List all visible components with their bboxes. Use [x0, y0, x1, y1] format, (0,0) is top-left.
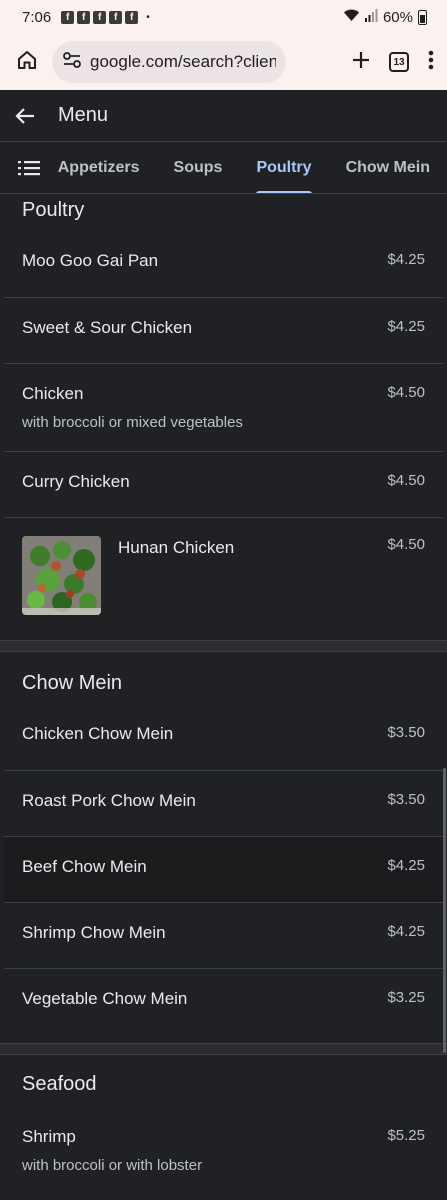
category-tabs: Appetizers Soups Poultry Chow Mein — [0, 142, 447, 194]
item-name: Roast Pork Chow Mein — [22, 791, 196, 810]
category-list-button[interactable] — [0, 142, 58, 193]
more-vert-icon — [428, 50, 434, 69]
notification-dot: • — [146, 11, 150, 23]
browser-toolbar: google.com/search?client 13 — [0, 34, 447, 90]
menu-item[interactable]: Beef Chow Mein $4.25 — [4, 837, 443, 903]
page-title: Menu — [58, 104, 109, 126]
item-price: $4.50 — [387, 536, 425, 553]
menu-content: Poultry Moo Goo Gai Pan $4.25 Sweet & So… — [0, 195, 447, 1199]
item-description: with broccoli or with lobster — [22, 1157, 203, 1174]
list-icon — [17, 160, 40, 175]
address-bar[interactable]: google.com/search?client — [52, 41, 286, 83]
section-divider — [0, 1043, 447, 1055]
item-name: Vegetable Chow Mein — [22, 989, 188, 1008]
menu-item[interactable]: Shrimp with broccoli or with lobster $5.… — [4, 1109, 443, 1199]
section-divider — [0, 640, 447, 652]
battery-level: 60% — [382, 8, 413, 26]
menu-item[interactable]: Shrimp Chow Mein $4.25 — [4, 903, 443, 969]
menu-item[interactable]: Roast Pork Chow Mein $3.50 — [4, 771, 443, 837]
section-seafood: Seafood Shrimp with broccoli or with lob… — [0, 1055, 447, 1199]
home-button[interactable] — [10, 45, 44, 79]
new-tab-button[interactable] — [351, 50, 371, 75]
item-name: Hunan Chicken — [118, 538, 235, 557]
battery-icon — [418, 9, 427, 25]
tab-appetizers[interactable]: Appetizers — [58, 142, 157, 193]
scrollbar[interactable] — [443, 768, 446, 1053]
item-name: Curry Chicken — [22, 472, 130, 491]
menu-item[interactable]: Moo Goo Gai Pan $4.25 — [4, 233, 443, 298]
menu-item[interactable]: Chicken Chow Mein $3.50 — [4, 706, 443, 771]
item-price: $4.25 — [387, 857, 425, 874]
menu-item[interactable]: Curry Chicken $4.50 — [4, 452, 443, 518]
notification-icons: f f f f f — [61, 10, 139, 24]
facebook-notification-icon: f — [61, 10, 75, 24]
item-photo[interactable] — [22, 536, 101, 615]
section-title: Poultry — [22, 199, 85, 221]
home-icon — [16, 49, 38, 76]
item-price: $3.50 — [387, 724, 425, 741]
tab-poultry[interactable]: Poultry — [239, 142, 328, 193]
section-title: Chow Mein — [22, 672, 123, 694]
item-name: Chicken — [22, 384, 84, 403]
item-price: $4.50 — [387, 472, 425, 489]
tab-soups[interactable]: Soups — [157, 142, 240, 193]
menu-header: Menu — [0, 90, 447, 142]
more-options-button[interactable] — [427, 49, 435, 76]
menu-item[interactable]: Chicken with broccoli or mixed vegetable… — [4, 364, 443, 452]
item-price: $4.25 — [387, 251, 425, 268]
status-time: 7:06 — [22, 8, 52, 26]
section-poultry: Poultry Moo Goo Gai Pan $4.25 Sweet & So… — [0, 195, 447, 640]
item-name: Beef Chow Mein — [22, 857, 147, 876]
back-button[interactable] — [14, 106, 36, 126]
menu-item[interactable]: Sweet & Sour Chicken $4.25 — [4, 298, 443, 364]
item-price: $4.25 — [387, 318, 425, 335]
plus-icon — [353, 51, 369, 68]
tab-chow-mein[interactable]: Chow Mein — [329, 142, 447, 193]
item-name: Shrimp — [22, 1127, 76, 1146]
url-text: google.com/search?client — [90, 52, 276, 71]
status-bar: 7:06 f f f f f • 60% — [0, 0, 447, 34]
site-settings-icon[interactable] — [62, 51, 82, 74]
item-name: Shrimp Chow Mein — [22, 923, 166, 942]
item-price: $5.25 — [387, 1127, 425, 1144]
section-chow-mein: Chow Mein Chicken Chow Mein $3.50 Roast … — [0, 652, 447, 1043]
tab-switcher-button[interactable]: 13 — [389, 52, 409, 72]
item-name: Sweet & Sour Chicken — [22, 318, 193, 337]
item-price: $3.25 — [387, 989, 425, 1006]
arrow-left-icon — [15, 107, 34, 124]
item-price: $3.50 — [387, 791, 425, 808]
facebook-notification-icon: f — [93, 10, 107, 24]
facebook-notification-icon: f — [77, 10, 91, 24]
item-price: $4.50 — [387, 384, 425, 401]
menu-item[interactable]: Vegetable Chow Mein $3.25 — [4, 969, 443, 1043]
item-name: Chicken Chow Mein — [22, 724, 174, 743]
wifi-icon — [343, 8, 360, 26]
signal-icon — [364, 8, 378, 26]
facebook-notification-icon: f — [109, 10, 123, 24]
item-description: with broccoli or mixed vegetables — [22, 414, 243, 431]
item-price: $4.25 — [387, 923, 425, 940]
menu-item[interactable]: Hunan Chicken $4.50 — [4, 518, 443, 640]
section-title: Seafood — [22, 1073, 97, 1095]
item-name: Moo Goo Gai Pan — [22, 251, 159, 270]
facebook-notification-icon: f — [125, 10, 139, 24]
